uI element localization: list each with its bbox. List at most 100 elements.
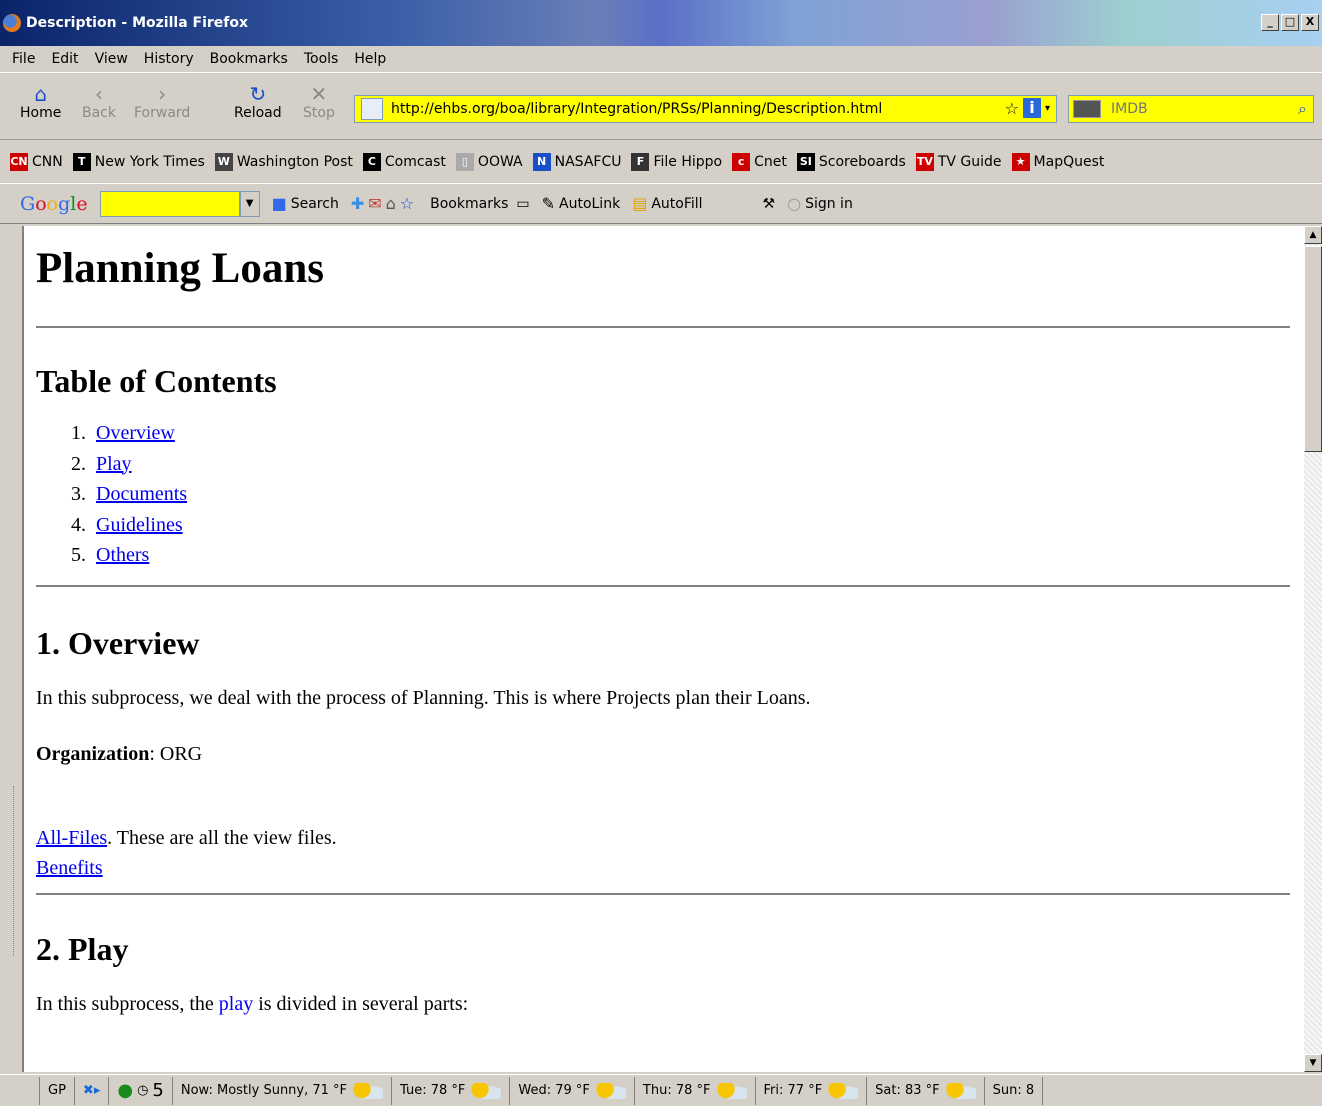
organization-label: Organization bbox=[36, 742, 150, 765]
toc-link[interactable]: Documents bbox=[96, 479, 187, 510]
bookmark-item[interactable]: F File Hippo bbox=[631, 152, 722, 171]
weather-item[interactable]: Thu: 78 °F bbox=[635, 1076, 756, 1105]
search-go-icon[interactable]: ⌕ bbox=[1298, 99, 1307, 119]
weather-strip: Now: Mostly Sunny, 71 °F Tue: 78 °F Wed: 7… bbox=[173, 1076, 1044, 1105]
bookmark-item[interactable]: SI Scoreboards bbox=[796, 152, 906, 171]
back-label: Back bbox=[82, 105, 116, 121]
bookmark-favicon-icon: C bbox=[362, 152, 381, 171]
forward-button[interactable]: › Forward bbox=[134, 83, 190, 121]
gp-badge[interactable]: GP bbox=[40, 1076, 75, 1105]
stop-button[interactable]: ✕ Stop bbox=[303, 83, 335, 121]
google-logo-icon[interactable]: Google bbox=[20, 193, 88, 215]
weather-text: Sat: 83 °F bbox=[875, 1083, 940, 1098]
menu-bar: File Edit View History Bookmarks Tools H… bbox=[0, 46, 1322, 72]
address-bar[interactable]: http://ehbs.org/boa/library/Integration/… bbox=[354, 95, 1057, 123]
play-link[interactable]: play bbox=[219, 993, 253, 1015]
toc-item: 2. Play bbox=[36, 449, 1292, 480]
green-status-icon: ● bbox=[117, 1080, 134, 1101]
status-icons[interactable]: ● ◷ 5 bbox=[109, 1076, 173, 1105]
google-dropdown-icon[interactable]: ▼ bbox=[239, 190, 260, 217]
google-bookmarks-label: Bookmarks bbox=[430, 195, 509, 212]
vertical-scrollbar[interactable]: ▲ ▼ bbox=[1304, 226, 1322, 1072]
toolbar-tools[interactable]: ✚ ✉ ⌂ ☆ bbox=[351, 194, 418, 213]
search-box[interactable]: ⌕ bbox=[1068, 95, 1314, 123]
back-arrow-icon: ‹ bbox=[95, 82, 103, 106]
close-button[interactable]: X bbox=[1301, 14, 1319, 31]
all-files-link[interactable]: All-Files bbox=[36, 827, 107, 849]
stop-icon: ✕ bbox=[310, 82, 328, 106]
benefits-link[interactable]: Benefits bbox=[36, 857, 103, 879]
maximize-button[interactable]: □ bbox=[1281, 14, 1299, 31]
menu-edit[interactable]: Edit bbox=[49, 51, 80, 67]
url-text[interactable]: http://ehbs.org/boa/library/Integration/… bbox=[391, 101, 882, 117]
bookmark-star-icon[interactable]: ☆ bbox=[1005, 99, 1019, 118]
menu-view[interactable]: View bbox=[93, 51, 130, 67]
google-bookmarks-button[interactable]: Bookmarks ▭ bbox=[430, 196, 529, 212]
toc-heading: Table of Contents bbox=[36, 363, 277, 399]
bookmark-label: TV Guide bbox=[937, 153, 1002, 170]
weather-item[interactable]: Now: Mostly Sunny, 71 °F bbox=[173, 1076, 393, 1105]
toc-link[interactable]: Overview bbox=[96, 418, 175, 449]
toc-link[interactable]: Play bbox=[96, 449, 132, 480]
menu-help[interactable]: Help bbox=[352, 51, 388, 67]
bookmark-label: Scoreboards bbox=[818, 153, 906, 170]
search-input[interactable] bbox=[1109, 100, 1259, 118]
weather-item[interactable]: Tue: 78 °F bbox=[392, 1076, 511, 1105]
bookmark-item[interactable]: TV TV Guide bbox=[915, 152, 1002, 171]
play-heading: 2. Play bbox=[36, 930, 129, 967]
bookmark-item[interactable]: c Cnet bbox=[732, 152, 787, 171]
sidebar-handle[interactable] bbox=[0, 226, 22, 1072]
weather-item[interactable]: Fri: 77 °F bbox=[756, 1076, 868, 1105]
toc-link[interactable]: Guidelines bbox=[96, 510, 183, 541]
keyboard-icon: ▭ bbox=[516, 195, 530, 212]
scroll-down-icon[interactable]: ▼ bbox=[1304, 1054, 1322, 1072]
site-favicon-icon bbox=[361, 98, 383, 120]
settings-wrench-icon[interactable]: ⚒ bbox=[763, 196, 776, 212]
reload-label: Reload bbox=[234, 105, 282, 121]
bookmark-item[interactable]: ▯ OOWA bbox=[455, 152, 523, 171]
page-title: Planning Loans bbox=[36, 245, 324, 292]
google-search-label: Search bbox=[290, 195, 339, 212]
bookmark-item[interactable]: ★ MapQuest bbox=[1011, 152, 1104, 171]
weather-item[interactable]: Sat: 83 °F bbox=[867, 1076, 985, 1105]
weather-item[interactable]: Sun: 8 bbox=[985, 1076, 1044, 1105]
bookmark-item[interactable]: C Comcast bbox=[362, 152, 446, 171]
autofill-button[interactable]: ▤ AutoFill bbox=[632, 194, 702, 213]
bookmark-label: CNN bbox=[32, 153, 63, 170]
url-dropdown-icon[interactable]: ▾ bbox=[1045, 103, 1050, 114]
autolink-button[interactable]: ✎ AutoLink bbox=[542, 194, 621, 213]
info-icon[interactable]: i bbox=[1022, 98, 1041, 118]
menu-tools[interactable]: Tools bbox=[302, 51, 341, 67]
weather-item[interactable]: Wed: 79 °F bbox=[510, 1076, 635, 1105]
grip-icon[interactable] bbox=[13, 786, 16, 956]
minimize-button[interactable]: _ bbox=[1261, 14, 1279, 31]
back-button[interactable]: ‹ Back bbox=[82, 83, 116, 121]
bookmark-item[interactable]: W Washington Post bbox=[214, 152, 353, 171]
bookmark-item[interactable]: N NASAFCU bbox=[532, 152, 621, 171]
scroll-up-icon[interactable]: ▲ bbox=[1304, 226, 1322, 244]
autolink-label: AutoLink bbox=[559, 195, 621, 212]
menu-file[interactable]: File bbox=[10, 51, 37, 67]
google-search-input[interactable] bbox=[99, 190, 240, 217]
title-bar: Description - Mozilla Firefox _ □ X bbox=[0, 0, 1322, 46]
bookmark-favicon-icon: F bbox=[631, 152, 650, 171]
weather-text: Sun: 8 bbox=[992, 1083, 1035, 1098]
menu-bookmarks[interactable]: Bookmarks bbox=[208, 51, 290, 67]
signin-button[interactable]: ○ Sign in bbox=[787, 194, 853, 213]
google-search-button[interactable]: ■ Search bbox=[272, 194, 339, 213]
menu-history[interactable]: History bbox=[142, 51, 196, 67]
toc-link[interactable]: Others bbox=[96, 540, 149, 571]
scroll-thumb[interactable] bbox=[1304, 246, 1322, 452]
play-text: In this subprocess, the play is divided … bbox=[36, 991, 1292, 1017]
home-button[interactable]: ⌂ Home bbox=[20, 83, 61, 121]
weather-text: Tue: 78 °F bbox=[400, 1083, 466, 1098]
reload-button[interactable]: ↻ Reload bbox=[234, 83, 282, 121]
bookmark-item[interactable]: T New York Times bbox=[72, 152, 205, 171]
stop-label: Stop bbox=[303, 105, 335, 121]
bookmark-item[interactable]: CN CNN bbox=[10, 152, 63, 171]
addon-icon[interactable]: ✖▸ bbox=[75, 1076, 110, 1105]
toc-number: 4. bbox=[71, 513, 86, 536]
organization-line: Organization: ORG bbox=[36, 741, 1292, 767]
star-icon: ☆ bbox=[399, 194, 415, 213]
search-engine-icon[interactable] bbox=[1073, 100, 1101, 118]
